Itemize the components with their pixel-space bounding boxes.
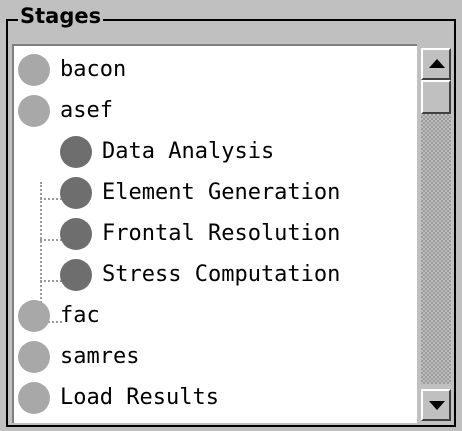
stage-status-icon bbox=[18, 54, 50, 86]
stage-item-bacon[interactable]: bacon bbox=[14, 50, 417, 90]
stage-label: asef bbox=[60, 98, 113, 123]
stages-panel: Stages bacon asef Data Analysis Element … bbox=[0, 0, 462, 431]
stage-label: Data Analysis bbox=[102, 139, 275, 164]
stage-item-asef[interactable]: asef bbox=[14, 91, 417, 131]
arrow-down-icon bbox=[429, 401, 445, 410]
stage-item-data-analysis[interactable]: Data Analysis bbox=[14, 132, 417, 172]
stage-label: Frontal Resolution bbox=[102, 221, 341, 246]
stage-status-icon bbox=[60, 136, 92, 168]
scroll-down-button[interactable] bbox=[421, 389, 451, 421]
stage-label: samres bbox=[60, 344, 140, 369]
stage-item-element-generation[interactable]: Element Generation bbox=[14, 173, 417, 213]
stage-status-icon bbox=[18, 300, 50, 332]
stage-label: Element Generation bbox=[102, 180, 341, 205]
stage-item-load-results[interactable]: Load Results bbox=[14, 378, 417, 418]
stage-label: Stress Computation bbox=[102, 262, 341, 287]
stage-label: fac bbox=[60, 303, 100, 328]
stage-status-icon bbox=[18, 341, 50, 373]
stage-status-icon bbox=[18, 382, 50, 414]
scroll-up-button[interactable] bbox=[421, 48, 451, 80]
stage-item-samres[interactable]: samres bbox=[14, 337, 417, 377]
stage-status-icon bbox=[18, 95, 50, 127]
stage-item-frontal-resolution[interactable]: Frontal Resolution bbox=[14, 214, 417, 254]
stage-status-icon bbox=[60, 177, 92, 209]
arrow-up-icon bbox=[429, 59, 445, 68]
scrollbar-thumb[interactable] bbox=[421, 80, 451, 114]
stage-label: bacon bbox=[60, 57, 127, 82]
stage-status-icon bbox=[60, 218, 92, 250]
scrollbar-track[interactable] bbox=[421, 114, 451, 384]
stage-label: Load Results bbox=[60, 385, 219, 410]
stages-list[interactable]: bacon asef Data Analysis Element Generat… bbox=[12, 44, 417, 423]
stage-item-stress-computation[interactable]: Stress Computation bbox=[14, 255, 417, 295]
stage-status-icon bbox=[60, 259, 92, 291]
vertical-scrollbar[interactable] bbox=[419, 46, 453, 423]
stage-item-fac[interactable]: fac bbox=[14, 296, 417, 336]
stages-group-title: Stages bbox=[18, 3, 104, 29]
